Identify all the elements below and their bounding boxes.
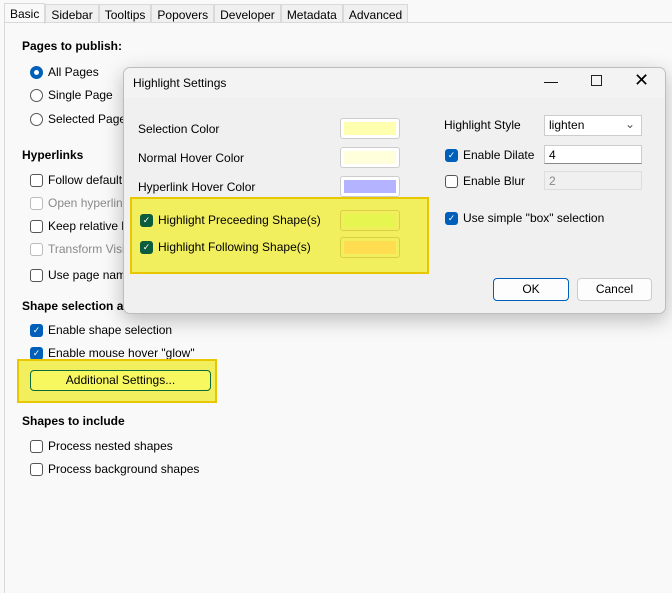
highlight-style-label: Highlight Style [444,118,521,132]
tab-bar: Basic Sidebar Tooltips Popovers Develope… [4,3,409,24]
tab-metadata[interactable]: Metadata [280,4,343,23]
checkbox-enable-dilate[interactable]: ✓ Enable Dilate [445,148,534,162]
checkbox-icon[interactable] [30,268,43,282]
radio-single-page[interactable]: Single Page [30,88,113,102]
hyperlinks-heading: Hyperlinks [22,148,84,162]
checkbox-label: Enable Dilate [463,148,535,162]
checkbox-label: Keep relative lir [48,219,131,233]
checkbox-enable-hover-glow[interactable]: ✓ Enable mouse hover "glow" [30,346,195,360]
checkmark-icon[interactable]: ✓ [140,213,153,227]
checkbox-enable-blur[interactable]: Enable Blur [445,174,525,188]
selection-color-label: Selection Color [138,122,220,136]
radio-label: Single Page [48,88,113,102]
shapes-include-heading: Shapes to include [22,414,125,428]
tab-basic[interactable]: Basic [4,3,46,24]
checkbox-keep-relative[interactable]: Keep relative lir [30,219,131,233]
checkbox-label: Enable Blur [463,174,526,188]
cancel-button[interactable]: Cancel [577,278,652,301]
radio-label: All Pages [48,65,99,79]
highlight-settings-dialog: Highlight Settings — ✕ Selection Color N… [123,67,666,314]
checkbox-label: Highlight Following Shape(s) [158,240,311,254]
checkbox-label: Follow default li [48,173,131,187]
additional-settings-button[interactable]: Additional Settings... [30,370,211,391]
checkmark-icon[interactable]: ✓ [30,346,43,360]
radio-icon[interactable] [30,88,43,102]
checkbox-icon[interactable] [30,439,43,453]
radio-selected-pages[interactable]: Selected Pages [30,112,132,126]
checkmark-icon[interactable]: ✓ [445,148,458,162]
dilate-input[interactable]: 4 [544,145,642,164]
checkbox-process-nested[interactable]: Process nested shapes [30,439,173,453]
checkbox-icon [30,196,43,210]
highlight-annotation [130,197,429,274]
checkbox-follow-default[interactable]: Follow default li [30,173,131,187]
checkbox-icon[interactable] [445,174,458,188]
selection-color-swatch[interactable] [340,118,400,139]
checkbox-icon[interactable] [30,219,43,233]
dialog-title: Highlight Settings [133,76,227,90]
checkbox-label: Highlight Preceeding Shape(s) [158,213,321,227]
checkbox-use-page-name[interactable]: Use page name [30,268,133,282]
minimize-icon[interactable]: — [544,73,558,89]
checkbox-label: Enable shape selection [48,323,173,337]
checkmark-icon[interactable]: ✓ [30,323,43,337]
checkbox-icon [30,242,43,256]
shape-selection-heading: Shape selection a [22,299,124,313]
normal-hover-color-swatch[interactable] [340,147,400,168]
checkbox-label: Process nested shapes [48,439,173,453]
chevron-down-icon: ⌄ [624,117,635,131]
following-color-swatch[interactable] [340,237,400,258]
preceeding-color-swatch[interactable] [340,210,400,231]
highlight-style-select[interactable]: lighten ⌄ [544,115,642,136]
checkmark-icon[interactable]: ✓ [140,240,153,254]
dialog-titlebar: Highlight Settings — ✕ [124,68,665,98]
tab-developer[interactable]: Developer [214,4,281,23]
checkbox-process-background[interactable]: Process background shapes [30,462,199,476]
radio-icon[interactable] [30,112,43,126]
checkbox-label: Open hyperlinks [48,196,135,210]
checkbox-transform-visio: Transform Visio [30,242,131,256]
checkbox-label: Use page name [48,268,133,282]
radio-icon[interactable] [30,65,43,79]
maximize-icon[interactable] [591,75,602,86]
checkbox-highlight-preceeding[interactable]: ✓ Highlight Preceeding Shape(s) [140,213,321,227]
checkbox-open-hyperlinks: Open hyperlinks [30,196,135,210]
normal-hover-color-label: Normal Hover Color [138,151,245,165]
tab-sidebar[interactable]: Sidebar [45,4,99,23]
pages-heading: Pages to publish: [22,39,123,53]
ok-button[interactable]: OK [493,278,569,301]
hyperlink-hover-color-swatch[interactable] [340,176,400,197]
blur-input: 2 [544,171,642,190]
hyperlink-hover-color-label: Hyperlink Hover Color [138,180,256,194]
close-icon[interactable]: ✕ [634,70,649,91]
tab-tooltips[interactable]: Tooltips [98,4,152,23]
checkbox-icon[interactable] [30,173,43,187]
checkbox-label: Use simple "box" selection [463,211,605,225]
checkbox-label: Transform Visio [48,242,132,256]
checkbox-highlight-following[interactable]: ✓ Highlight Following Shape(s) [140,240,311,254]
tab-popovers[interactable]: Popovers [151,4,215,23]
checkmark-icon[interactable]: ✓ [445,211,458,225]
radio-all-pages[interactable]: All Pages [30,65,99,79]
checkbox-label: Enable mouse hover "glow" [48,346,195,360]
checkbox-simple-box-selection[interactable]: ✓ Use simple "box" selection [445,211,604,225]
checkbox-label: Process background shapes [48,462,200,476]
radio-label: Selected Pages [48,112,133,126]
tab-advanced[interactable]: Advanced [342,4,409,23]
checkbox-icon[interactable] [30,462,43,476]
select-value: lighten [549,118,585,132]
checkbox-enable-shape-selection[interactable]: ✓ Enable shape selection [30,323,172,337]
